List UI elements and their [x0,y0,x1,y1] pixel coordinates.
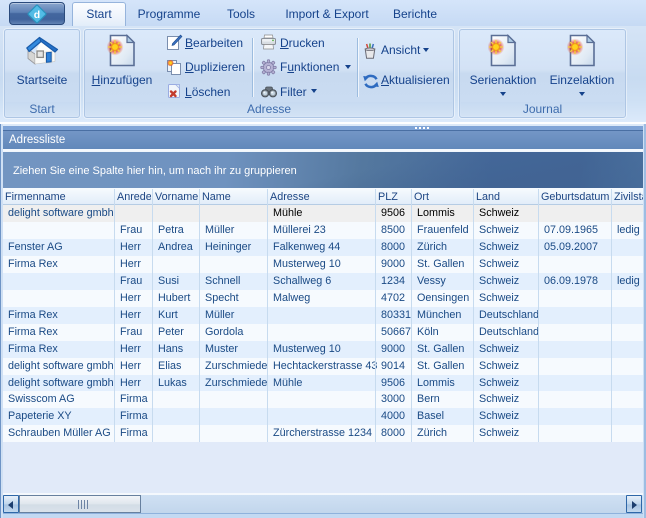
svg-text:d: d [34,9,40,21]
